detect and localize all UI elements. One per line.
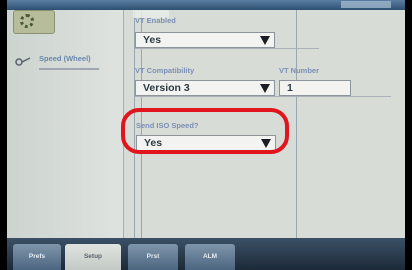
speed-divider bbox=[39, 68, 99, 70]
dropdown-arrow-icon bbox=[260, 84, 270, 93]
vt-compatibility-value: Version 3 bbox=[143, 82, 190, 94]
status-indicator bbox=[341, 1, 391, 8]
gear-logo-icon[interactable] bbox=[13, 10, 55, 34]
speed-wheel-tile[interactable]: Speed (Wheel) bbox=[11, 46, 119, 76]
field-underline bbox=[135, 96, 391, 97]
highlight-annotation bbox=[121, 108, 289, 154]
bottom-tab-bar: Prefs Setup Prst ALM bbox=[7, 238, 405, 270]
tab-prst[interactable]: Prst bbox=[128, 244, 178, 270]
vt-compatibility-select[interactable]: Version 3 bbox=[135, 80, 275, 96]
top-status-bar bbox=[7, 0, 405, 10]
vt-enabled-value: Yes bbox=[143, 34, 162, 46]
vt-enabled-select[interactable]: Yes bbox=[135, 32, 275, 48]
wheel-icon bbox=[15, 57, 31, 66]
vt-compatibility-label: VT Compatibility bbox=[135, 66, 195, 75]
field-underline bbox=[135, 48, 319, 49]
tab-setup[interactable]: Setup bbox=[65, 244, 121, 270]
vt-number-label: VT Number bbox=[279, 66, 320, 75]
tab-prefs[interactable]: Prefs bbox=[13, 244, 61, 270]
speed-label: Speed (Wheel) bbox=[39, 54, 91, 63]
vt-number-input[interactable]: 1 bbox=[279, 80, 351, 96]
gear-icon bbox=[20, 14, 34, 28]
left-panel: Speed (Wheel) bbox=[7, 10, 124, 238]
vt-number-value: 1 bbox=[287, 82, 293, 94]
device-screen: Speed (Wheel) VT Enabled Yes VT Compatib… bbox=[7, 0, 405, 270]
vt-enabled-label: VT Enabled bbox=[135, 16, 176, 25]
dropdown-arrow-icon bbox=[260, 36, 270, 45]
settings-content: VT Enabled Yes VT Compatibility Version … bbox=[121, 10, 405, 238]
tab-alm[interactable]: ALM bbox=[185, 244, 235, 270]
